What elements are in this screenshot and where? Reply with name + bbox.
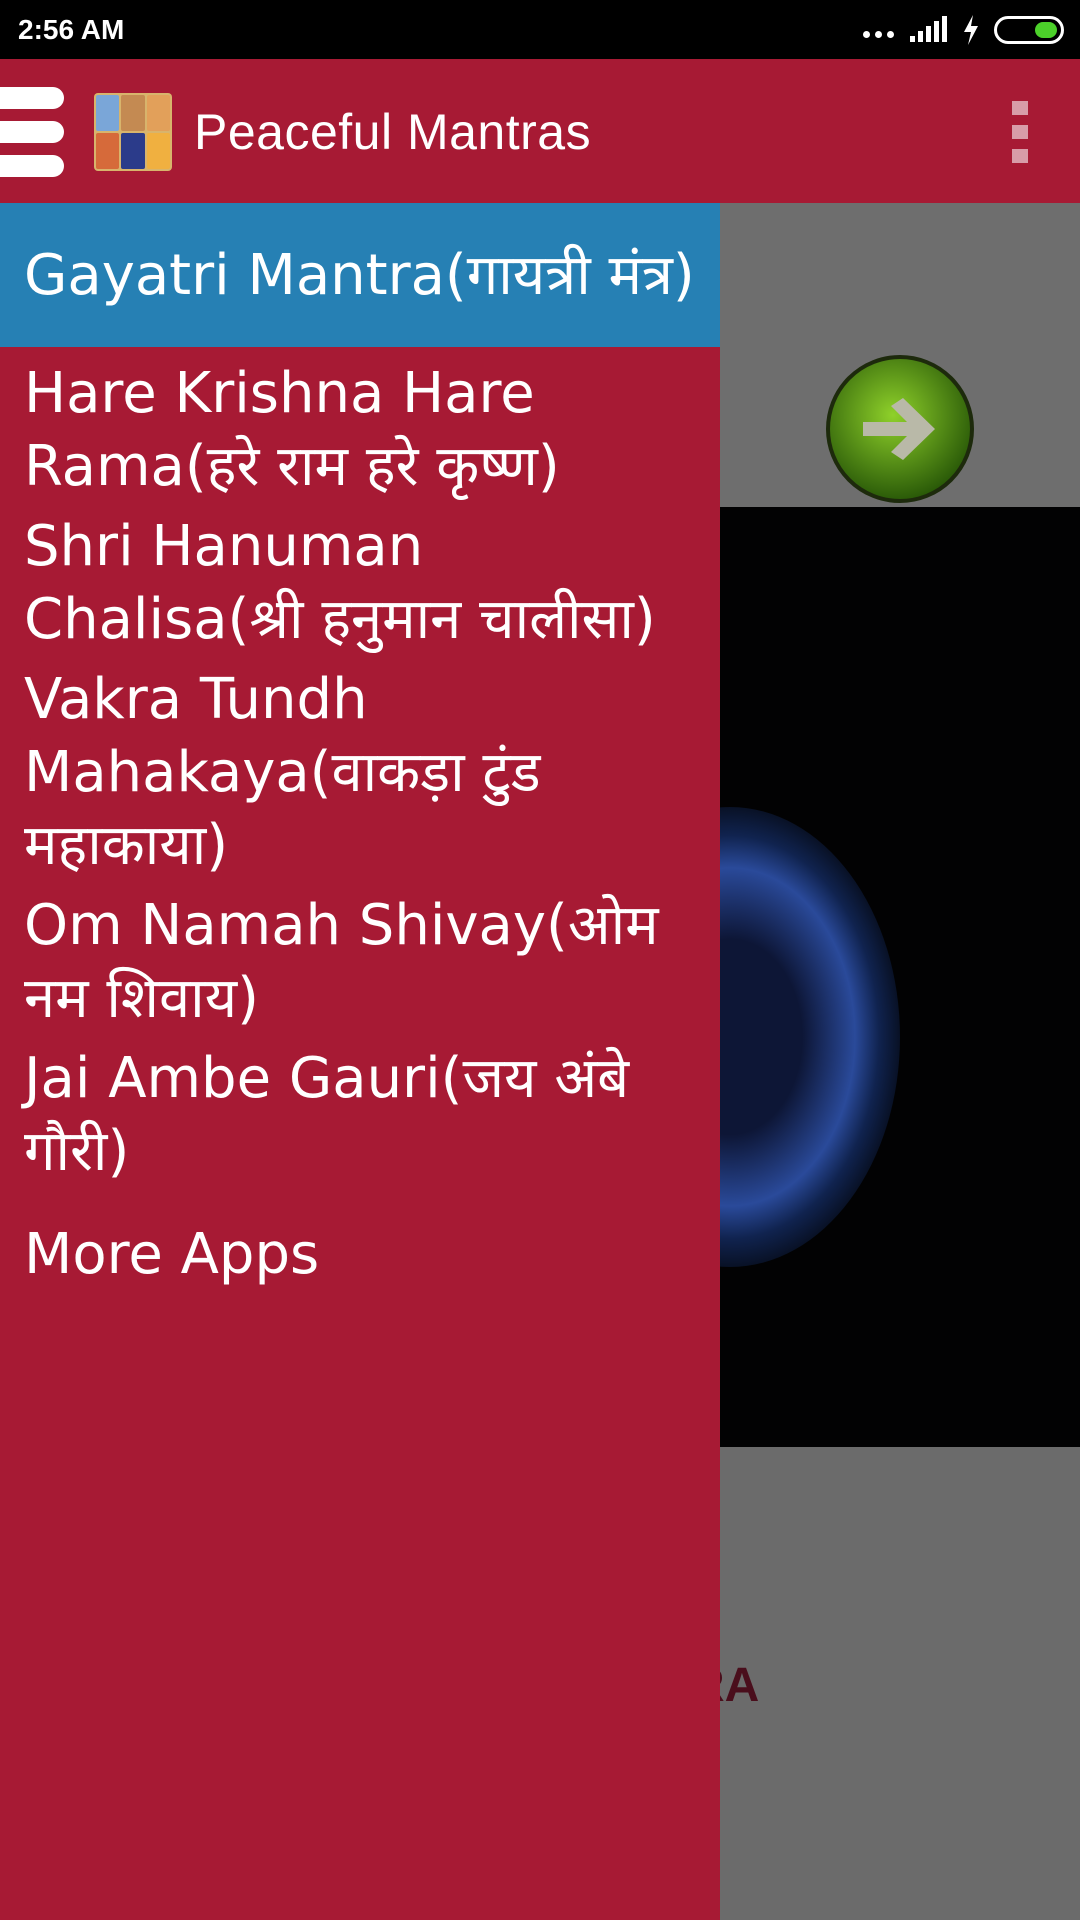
menu-icon[interactable] (0, 87, 64, 177)
drawer-item-hanuman-chalisa[interactable]: Shri Hanuman Chalisa(श्री हनुमान चालीसा) (0, 510, 720, 656)
status-time: 2:56 AM (18, 13, 125, 45)
drawer-item-jai-ambe-gauri[interactable]: Jai Ambe Gauri(जय अंबे गौरी) (0, 1042, 720, 1188)
status-bar: 2:56 AM (0, 0, 1080, 59)
status-icons (863, 14, 1064, 45)
drawer-item-gayatri-mantra[interactable]: Gayatri Mantra(गायत्री मंत्र) (0, 203, 720, 347)
next-arrow-button[interactable] (826, 355, 974, 503)
drawer-item-om-namah-shivay[interactable]: Om Namah Shivay(ओम नम शिवाय) (0, 889, 720, 1035)
app-logo (94, 93, 172, 171)
app-title: Peaceful Mantras (194, 104, 592, 160)
more-notifications-icon (863, 31, 894, 38)
charging-icon (964, 14, 978, 45)
drawer-item-vakra-tundh[interactable]: Vakra Tundh Mahakaya(वाकड़ा टुंड महाकाया… (0, 663, 720, 882)
drawer-item-hare-krishna[interactable]: Hare Krishna Hare Rama(हरे राम हरे कृष्ण… (0, 357, 720, 503)
arrow-right-icon (863, 398, 935, 460)
signal-icon (910, 15, 947, 42)
overflow-menu-icon[interactable] (1012, 101, 1028, 163)
app-bar: Peaceful Mantras (0, 59, 1080, 203)
battery-icon (994, 15, 1064, 44)
navigation-drawer: Gayatri Mantra(गायत्री मंत्र) Hare Krish… (0, 203, 720, 1920)
drawer-item-more-apps[interactable]: More Apps (0, 1218, 720, 1291)
drawer-list: Hare Krishna Hare Rama(हरे राम हरे कृष्ण… (0, 357, 720, 1291)
